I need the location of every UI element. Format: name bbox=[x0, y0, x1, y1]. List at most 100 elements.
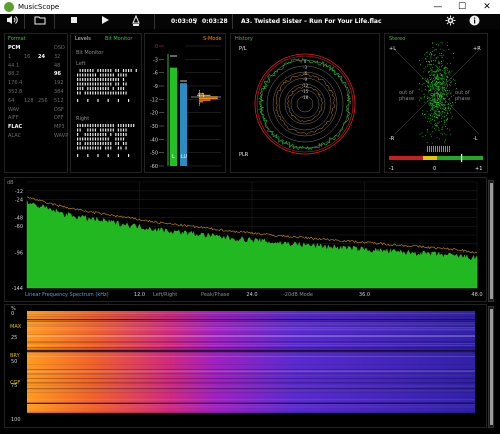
bit-monitor-mode[interactable]: Bit Monitor bbox=[105, 36, 132, 42]
bit-cell bbox=[128, 69, 130, 72]
stereo-sample bbox=[430, 56, 432, 58]
bit-cell bbox=[112, 73, 114, 77]
stereo-sample bbox=[430, 57, 432, 59]
correlation-history-tick bbox=[427, 146, 428, 152]
stereo-sample bbox=[438, 63, 439, 64]
stereo-sample bbox=[433, 60, 434, 61]
stereo-sample bbox=[432, 99, 433, 100]
spectrum-scrollbar-thumb[interactable] bbox=[490, 183, 493, 299]
stereo-sample bbox=[437, 97, 438, 98]
mode-peak-phase[interactable]: Peak/Phase bbox=[201, 292, 230, 298]
stereo-sample bbox=[419, 99, 420, 101]
stereo-sample bbox=[431, 73, 432, 75]
format-cell: 1 bbox=[8, 53, 12, 60]
stereo-sample bbox=[436, 84, 437, 85]
stereo-sample bbox=[450, 82, 451, 84]
bit-cell bbox=[117, 82, 119, 86]
stereo-sample bbox=[446, 76, 447, 77]
stereo-sample bbox=[441, 129, 443, 130]
folder-icon[interactable] bbox=[32, 15, 48, 28]
spectrogram-scrollbar[interactable] bbox=[488, 306, 494, 428]
stereo-sample bbox=[441, 115, 443, 117]
mode-minus-20db[interactable]: -20dB Mode bbox=[283, 292, 313, 298]
meter-histogram-bar bbox=[199, 90, 200, 92]
bit-cell bbox=[97, 82, 99, 86]
bit-cell bbox=[105, 69, 107, 72]
bit-cell bbox=[77, 146, 79, 150]
stereo-sample bbox=[428, 91, 429, 93]
stereo-sample bbox=[445, 66, 446, 68]
stereo-sample bbox=[443, 84, 445, 86]
stereo-sample bbox=[434, 100, 436, 101]
minimize-button[interactable]: — bbox=[426, 0, 450, 14]
stereo-sample bbox=[448, 49, 450, 50]
stereo-sample bbox=[450, 103, 451, 104]
correlation-history-tick bbox=[439, 146, 440, 152]
bit-cell bbox=[107, 82, 109, 86]
stereo-sample bbox=[421, 84, 423, 86]
format-cell: PCM bbox=[8, 45, 21, 51]
stereo-sample bbox=[441, 83, 442, 85]
stereo-sample bbox=[430, 105, 432, 106]
bit-cell bbox=[117, 69, 119, 72]
volume-icon[interactable] bbox=[4, 15, 20, 28]
stereo-sample bbox=[438, 85, 439, 87]
stop-icon[interactable] bbox=[66, 15, 82, 28]
stereo-sample bbox=[438, 96, 440, 98]
bit-cell bbox=[107, 69, 109, 72]
stereo-sample bbox=[424, 96, 425, 97]
spectrum-scrollbar[interactable] bbox=[488, 180, 494, 302]
close-button[interactable]: ✕ bbox=[475, 0, 499, 14]
stereo-sample bbox=[449, 63, 451, 64]
stereo-sample bbox=[423, 97, 425, 99]
bit-cell bbox=[89, 137, 91, 141]
stereo-sample bbox=[446, 91, 447, 93]
stereo-sample bbox=[436, 125, 438, 127]
stereo-sample bbox=[440, 82, 441, 83]
bit-cell bbox=[84, 73, 86, 77]
meter-histogram-bar bbox=[199, 101, 204, 103]
stereo-sample bbox=[426, 100, 428, 102]
spectrogram-scrollbar-thumb[interactable] bbox=[490, 309, 493, 425]
meter-scale-label: -3 bbox=[153, 57, 158, 63]
stereo-sample bbox=[445, 100, 446, 102]
loudness-icon[interactable] bbox=[128, 14, 144, 28]
stereo-sample bbox=[448, 71, 450, 72]
stereo-sample bbox=[422, 78, 424, 79]
stereo-sample bbox=[430, 79, 432, 80]
mode-left-right[interactable]: Left/Right bbox=[153, 292, 177, 298]
stereo-sample bbox=[427, 118, 429, 119]
settings-icon[interactable] bbox=[442, 15, 458, 28]
stereo-sample bbox=[438, 82, 439, 83]
bit-cell bbox=[82, 82, 84, 86]
stereo-sample bbox=[434, 99, 436, 100]
stereo-sample bbox=[447, 93, 449, 94]
format-row: 64 128 256 512 bbox=[8, 97, 64, 106]
bit-cell bbox=[107, 142, 109, 145]
bit-cell bbox=[84, 133, 86, 136]
stereo-sample bbox=[436, 73, 438, 75]
bit-cell bbox=[99, 82, 102, 86]
stereo-sample bbox=[430, 136, 432, 138]
stereo-sample bbox=[442, 111, 444, 112]
stereo-sample bbox=[440, 83, 442, 85]
maximize-button[interactable]: ☐ bbox=[450, 0, 474, 14]
bit-cell bbox=[115, 78, 117, 81]
stereo-sample bbox=[432, 69, 434, 71]
bit-cell bbox=[77, 124, 79, 127]
format-cell: 96 bbox=[54, 71, 61, 78]
bit-cell bbox=[92, 78, 94, 81]
stereo-sample bbox=[447, 75, 448, 77]
stereo-sample bbox=[449, 85, 451, 86]
stereo-sample bbox=[443, 90, 444, 92]
stereo-sample bbox=[443, 116, 445, 118]
play-icon[interactable] bbox=[97, 15, 113, 28]
stereo-sample bbox=[430, 100, 432, 102]
stereo-sample bbox=[443, 123, 445, 125]
info-icon[interactable] bbox=[466, 15, 482, 28]
stereo-sample bbox=[447, 90, 448, 91]
format-cell: DSF bbox=[54, 106, 64, 113]
stereo-sample bbox=[428, 90, 430, 92]
stereo-sample bbox=[423, 68, 425, 69]
stereo-sample bbox=[431, 72, 433, 74]
